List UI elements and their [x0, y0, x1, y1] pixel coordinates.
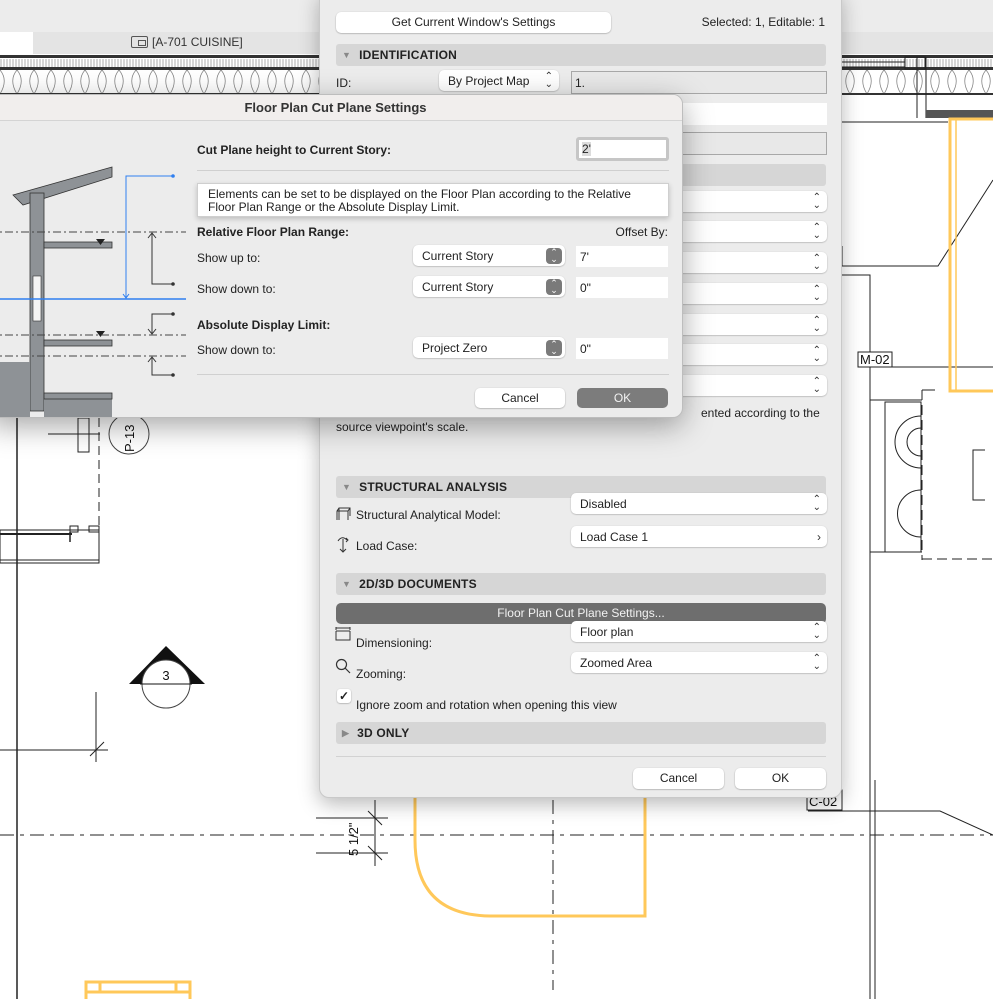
collapse-triangle-icon: ▼ [342, 579, 352, 589]
dimension-label: 5 1/2" [346, 822, 361, 856]
stepper-arrows-icon: ⌃ ⌄ [812, 283, 821, 303]
stepper-arrows-icon: ⌃ ⌄ [546, 279, 562, 295]
cut-plane-dialog: Floor Plan Cut Plane Settings Cut Plane … [0, 94, 683, 418]
cut-plane-illustration [0, 166, 186, 417]
show-down-offset-input[interactable]: 0" [576, 277, 668, 298]
select-value: Current Story [422, 279, 494, 294]
section-title: 3D ONLY [357, 726, 410, 740]
scale-note-line2: source viewpoint's scale. [336, 420, 469, 434]
collapse-triangle-icon: ▼ [342, 50, 352, 60]
offset-by-label: Offset By: [615, 225, 668, 239]
stepper-arrows-icon: ⌃ ⌄ [812, 344, 821, 364]
zoom-magnifier-icon [335, 658, 351, 674]
section-title: IDENTIFICATION [359, 48, 458, 62]
id-mode-select[interactable]: By Project Map ⌃ ⌄ [439, 70, 559, 91]
abs-show-down-label: Show down to: [197, 343, 276, 357]
dimensioning-select[interactable]: Floor plan ⌃ ⌄ [571, 621, 827, 642]
select-value: Zoomed Area [580, 655, 653, 670]
show-up-offset-input[interactable]: 7' [576, 246, 668, 267]
select-value: Load Case 1 [580, 529, 649, 544]
stepper-arrows-icon: ⌃ ⌄ [812, 493, 821, 513]
show-up-to-label: Show up to: [197, 251, 261, 265]
show-down-to-select[interactable]: Current Story ⌃ ⌄ [413, 276, 565, 297]
select-value: By Project Map [448, 73, 530, 88]
stepper-arrows-icon: ⌃ ⌄ [546, 340, 562, 356]
id-field[interactable]: 1. [571, 71, 827, 94]
cut-plane-height-input[interactable]: 2' [576, 137, 669, 161]
zooming-select[interactable]: Zoomed Area ⌃ ⌄ [571, 652, 827, 673]
id-label: ID: [336, 76, 352, 90]
stepper-arrows-icon: ⌃ ⌄ [812, 314, 821, 334]
select-value: Floor plan [580, 624, 634, 639]
absolute-limit-label: Absolute Display Limit: [197, 318, 331, 332]
stepper-arrows-icon: ⌃ ⌄ [812, 221, 821, 241]
get-current-window-settings-button[interactable]: Get Current Window's Settings [336, 12, 611, 33]
section-3d-only[interactable]: ▶ 3D ONLY [336, 722, 826, 744]
ignore-zoom-label: Ignore zoom and rotation when opening th… [356, 698, 617, 712]
section-marker-number: 3 [162, 668, 169, 683]
highlight-element-bottom-left [84, 980, 192, 999]
right-structure [840, 56, 993, 999]
left-structure [0, 417, 108, 999]
collapse-triangle-icon: ▼ [342, 482, 352, 492]
cut-plane-height-label: Cut Plane height to Current Story: [197, 143, 392, 157]
show-up-to-select[interactable]: Current Story ⌃ ⌄ [413, 245, 565, 266]
stepper-arrows-icon: ⌃ ⌄ [812, 375, 821, 395]
divider [197, 170, 669, 171]
dimensioning-icon [335, 627, 351, 641]
dimensioning-label: Dimensioning: [356, 636, 433, 650]
dialog-title: Floor Plan Cut Plane Settings [0, 95, 682, 121]
load-case-label: Load Case: [356, 539, 418, 553]
stepper-arrows-icon: ⌃ ⌄ [812, 252, 821, 272]
section-2d3d-documents[interactable]: ▼ 2D/3D DOCUMENTS [336, 573, 826, 595]
structural-model-icon [336, 507, 351, 520]
help-tooltip: Elements can be set to be displayed on t… [197, 183, 669, 217]
stepper-arrows-icon: ⌃ ⌄ [812, 621, 821, 641]
select-value: Current Story [422, 248, 494, 263]
svg-text:M-02: M-02 [860, 352, 890, 367]
select-value: Project Zero [422, 340, 488, 355]
stepper-arrows-icon: ⌃ ⌄ [546, 248, 562, 264]
ignore-zoom-checkbox[interactable]: ✓ [337, 689, 351, 703]
divider [197, 374, 669, 375]
input-value: 2' [582, 142, 591, 156]
panel-cancel-button[interactable]: Cancel [633, 768, 724, 789]
tag-p-13: P-13 [108, 413, 150, 455]
dialog-cancel-button[interactable]: Cancel [475, 388, 565, 408]
section-identification[interactable]: ▼ IDENTIFICATION [336, 44, 826, 66]
dialog-ok-button[interactable]: OK [577, 388, 668, 408]
stepper-arrows-icon: ⌃ ⌄ [812, 652, 821, 672]
chevron-right-icon: › [817, 529, 821, 544]
stepper-arrows-icon: ⌃ ⌄ [544, 70, 553, 90]
structural-model-label: Structural Analytical Model: [356, 508, 501, 522]
section-title: 2D/3D DOCUMENTS [359, 577, 477, 591]
abs-show-down-select[interactable]: Project Zero ⌃ ⌄ [413, 337, 565, 358]
highlight-element-right [948, 117, 993, 393]
relative-range-label: Relative Floor Plan Range: [197, 225, 350, 239]
highlight-element-bottom [413, 795, 647, 918]
show-down-to-label: Show down to: [197, 282, 276, 296]
scale-note-line1: ented according to the [701, 406, 820, 420]
select-value: Disabled [580, 496, 627, 511]
tag-m-02: M-02 [857, 351, 893, 368]
panel-ok-button[interactable]: OK [735, 768, 826, 789]
load-case-select[interactable]: Load Case 1 › [571, 526, 827, 547]
zooming-label: Zooming: [356, 667, 407, 681]
stepper-arrows-icon: ⌃ ⌄ [812, 191, 821, 211]
load-case-icon [337, 537, 349, 553]
structural-model-select[interactable]: Disabled ⌃ ⌄ [571, 493, 827, 514]
abs-show-down-offset-input[interactable]: 0" [576, 338, 668, 359]
expand-triangle-icon: ▶ [342, 727, 350, 738]
section-title: STRUCTURAL ANALYSIS [359, 480, 508, 494]
divider [336, 756, 826, 757]
selection-status: Selected: 1, Editable: 1 [701, 15, 825, 29]
svg-text:P-13: P-13 [122, 425, 137, 452]
